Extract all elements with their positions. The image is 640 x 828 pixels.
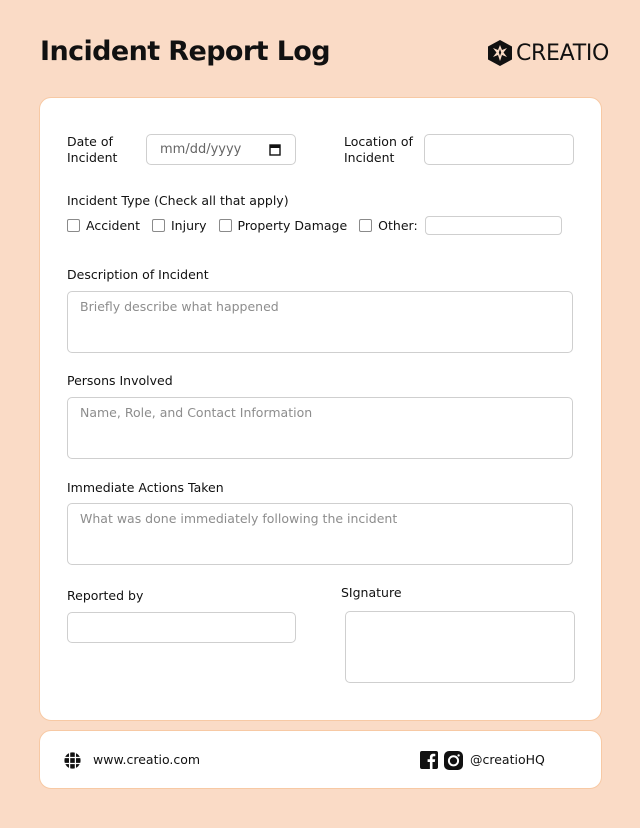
accident-checkbox[interactable] (67, 219, 80, 232)
date-label-line2: Incident (67, 150, 118, 165)
date-placeholder: mm/dd/yyyy (160, 142, 242, 157)
description-textarea[interactable]: Briefly describe what happened (67, 291, 573, 353)
other-label: Other: (378, 218, 418, 233)
other-checkbox[interactable] (359, 219, 373, 232)
creatio-logo-icon (488, 40, 512, 66)
accident-label: Accident (86, 218, 140, 233)
property-damage-label: Property Damage (237, 218, 348, 233)
page-title: Incident Report Log (40, 36, 331, 67)
social-handle[interactable]: @creatioHQ (470, 752, 545, 767)
actions-textarea[interactable]: What was done immediately following the … (67, 503, 573, 565)
website-link[interactable]: www.creatio.com (93, 752, 200, 767)
actions-placeholder: What was done immediately following the … (80, 511, 398, 526)
brand-name: CREATIO (516, 40, 610, 66)
incident-type-label: Incident Type (Check all that apply) (67, 193, 289, 208)
property-damage-checkbox[interactable] (218, 219, 232, 232)
incident-type-other[interactable]: Other: (359, 218, 418, 233)
incident-type-property-damage[interactable]: Property Damage (218, 218, 348, 233)
globe-icon (63, 751, 82, 770)
injury-label: Injury (171, 218, 207, 233)
persons-placeholder: Name, Role, and Contact Information (80, 405, 313, 420)
instagram-icon[interactable] (444, 751, 463, 770)
description-label: Description of Incident (67, 267, 209, 282)
date-label-line1: Date of (67, 134, 113, 149)
form-card: Date of Incident mm/dd/yyyy Location of … (39, 97, 602, 721)
location-input[interactable] (424, 134, 574, 165)
reported-by-input[interactable] (67, 612, 296, 643)
injury-checkbox[interactable] (152, 219, 165, 232)
incident-type-options: Accident Injury Property Damage Other: (67, 216, 562, 235)
calendar-icon[interactable] (269, 143, 281, 156)
persons-label: Persons Involved (67, 373, 173, 388)
location-label-line2: Incident (344, 150, 395, 165)
actions-label: Immediate Actions Taken (67, 480, 224, 495)
signature-box[interactable] (345, 611, 575, 683)
signature-label: SIgnature (341, 585, 402, 600)
reported-by-label: Reported by (67, 588, 144, 603)
date-input[interactable]: mm/dd/yyyy (146, 134, 296, 165)
incident-type-injury[interactable]: Injury (152, 218, 207, 233)
location-label: Location of Incident (344, 134, 413, 166)
incident-report-page: Incident Report Log CREATIO Date of Inci… (0, 0, 640, 828)
persons-textarea[interactable]: Name, Role, and Contact Information (67, 397, 573, 459)
facebook-icon[interactable] (420, 751, 438, 769)
footer: www.creatio.com @creatioHQ (39, 730, 602, 789)
location-label-line1: Location of (344, 134, 413, 149)
description-placeholder: Briefly describe what happened (80, 299, 279, 314)
date-label: Date of Incident (67, 134, 117, 166)
brand-logo: CREATIO (487, 39, 609, 67)
other-input[interactable] (424, 216, 562, 235)
incident-type-accident[interactable]: Accident (67, 218, 140, 233)
